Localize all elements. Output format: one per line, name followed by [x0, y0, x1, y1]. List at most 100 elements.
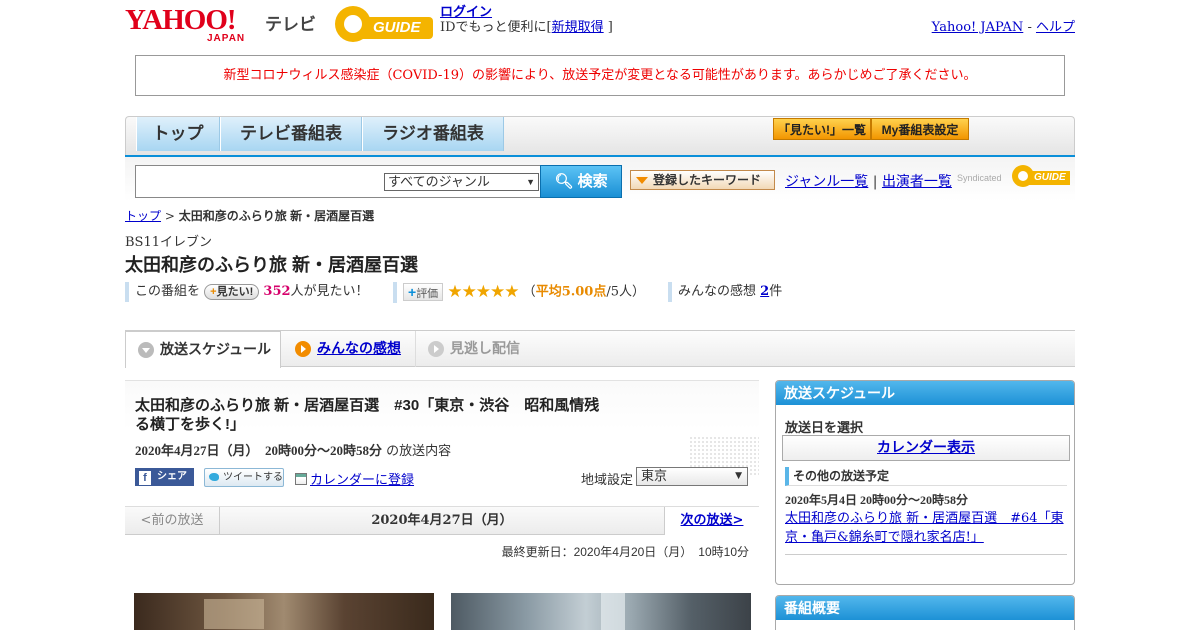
region-select-value: 東京: [641, 469, 668, 484]
genre-select[interactable]: すべてのジャンル ▼: [384, 173, 539, 191]
covid-notice: 新型コロナウィルス感染症（COVID-19）の影響により、放送予定が変更となる可…: [135, 55, 1065, 96]
tab-label: みんなの感想: [317, 340, 401, 356]
play-arrow-icon: [295, 341, 311, 357]
mitai-count: 352: [263, 284, 291, 299]
mitai-list-button[interactable]: 「見たい!」一覧: [773, 118, 871, 140]
tab-impressions[interactable]: みんなの感想: [283, 331, 415, 367]
performer-list-link[interactable]: 出演者一覧: [882, 174, 952, 190]
search-button[interactable]: 🔍︎ 検索: [540, 165, 622, 198]
syndicated-gguide-logo: Syndicated GUIDE: [957, 163, 1072, 189]
yahoo-logo-text: YAHOO!: [125, 4, 237, 36]
header: YAHOO! JAPAN テレビ GUIDE ログイン IDでもっと便利に[新規…: [125, 0, 1075, 50]
login-box: ログイン IDでもっと便利に[新規取得 ]: [440, 5, 613, 35]
divider: [785, 554, 1067, 555]
genre-select-value: すべてのジャンル: [388, 174, 490, 189]
impressions-prefix: みんなの感想: [678, 284, 757, 299]
mitai-button[interactable]: +見たい!: [204, 283, 260, 300]
my-schedule-settings-button[interactable]: My番組表設定: [871, 118, 969, 140]
help-link[interactable]: ヘルプ: [1036, 20, 1075, 35]
episode-title: 太田和彦のふらり旅 新・居酒屋百選 #30「東京・渋谷 昭和風情残る横丁を歩く!…: [135, 397, 600, 433]
mitai-suffix: 人が見たい！: [290, 284, 369, 299]
calendar-display-button[interactable]: カレンダー表示: [782, 435, 1070, 461]
episode-date: 2020年4月27日（月） 20時00分～20時58分 の放送内容: [135, 440, 451, 459]
impressions-count-link[interactable]: 2: [760, 284, 769, 299]
search-bar: すべてのジャンル ▼ 🔍︎ 検索 登録したキーワード ジャンル一覧 | 出演者一…: [125, 157, 1075, 201]
mitai-button-label: 見たい!: [216, 285, 254, 298]
tab-label: 見逃し配信: [450, 340, 520, 356]
mitai-segment: この番組を +見たい! 352人が見たい！: [125, 282, 369, 302]
last-updated: 最終更新日：2020年4月20日（月） 10時10分: [501, 545, 749, 559]
gguide-logo[interactable]: GUIDE: [335, 6, 433, 42]
yahoo-japan-link[interactable]: Yahoo! JAPAN: [932, 20, 1024, 35]
facebook-icon: f: [139, 471, 151, 485]
breadcrumb: トップ > 太田和彦のふらり旅 新・居酒屋百選: [125, 207, 374, 224]
other-schedule-date: 2020年5月4日 20時00分～20時58分: [785, 493, 969, 507]
registered-keyword-button[interactable]: 登録したキーワード: [630, 170, 775, 190]
current-broadcast-date: 2020年4月27日（月）: [371, 513, 513, 528]
calendar-icon: [295, 473, 307, 485]
header-link-separator: -: [1027, 20, 1032, 35]
twitter-bird-icon: [209, 473, 219, 481]
plus-icon: +: [408, 284, 417, 300]
rating-row: この番組を +見たい! 352人が見たい！ +評価 ★★★★★ （平均5.00点…: [125, 282, 825, 303]
select-date-label: 放送日を選択: [785, 420, 864, 435]
nav-tab-tv-schedule[interactable]: テレビ番組表: [220, 117, 362, 151]
channel-name: BS11イレブン: [125, 235, 213, 250]
tab-catch-up: 見逃し配信: [415, 331, 545, 367]
next-broadcast-link[interactable]: 次の放送>: [664, 507, 759, 535]
login-link[interactable]: ログイン: [440, 5, 492, 20]
nav-tab-radio-schedule[interactable]: ラジオ番組表: [362, 117, 504, 151]
gguide-small-logo: GUIDE: [1012, 165, 1072, 187]
episode-photo: [134, 593, 434, 630]
other-schedule-link[interactable]: 太田和彦のふらり旅 新・居酒屋百選 #64「東京・亀戸&錦糸町で隠れ家名店!」: [785, 509, 1067, 547]
tab-label: 放送スケジュール: [160, 341, 272, 357]
previous-broadcast-link: <前の放送: [125, 507, 220, 535]
region-label: 地域設定: [581, 473, 634, 488]
impressions-segment: みんなの感想 2件: [668, 282, 782, 302]
impressions-suffix: 件: [769, 284, 783, 299]
breadcrumb-top-link[interactable]: トップ: [125, 209, 161, 223]
rate-button-label: 評価: [416, 288, 439, 300]
sidebar-overview-box: 番組概要: [775, 595, 1075, 630]
other-schedule-heading: その他の放送予定: [785, 467, 1067, 486]
sidebar-schedule-title: 放送スケジュール: [776, 381, 1074, 405]
gguide-small-text: GUIDE: [1028, 171, 1070, 185]
signup-link[interactable]: 新規取得: [552, 20, 604, 35]
breadcrumb-current: 太田和彦のふらり旅 新・居酒屋百選: [178, 209, 375, 223]
japan-logo-text: JAPAN: [207, 33, 246, 44]
dropdown-arrow-icon: ▼: [526, 177, 535, 187]
search-links: ジャンル一覧 | 出演者一覧: [785, 171, 952, 191]
calendar-register-link[interactable]: カレンダーに登録: [310, 473, 414, 488]
breadcrumb-separator: >: [164, 209, 175, 223]
calendar-register: カレンダーに登録: [295, 469, 414, 488]
region-select[interactable]: 東京 ▼: [636, 467, 748, 486]
gguide-logo-text: GUIDE: [363, 17, 433, 39]
rate-button[interactable]: +評価: [403, 283, 444, 301]
rating-average-open: （: [522, 284, 536, 300]
episode-pager: <前の放送 2020年4月27日（月） 次の放送>: [125, 506, 759, 535]
page-title: 太田和彦のふらり旅 新・居酒屋百選: [125, 255, 418, 275]
syndicated-text: Syndicated: [957, 173, 1002, 183]
tv-logo-text: テレビ: [265, 15, 316, 34]
yahoo-tv-logo[interactable]: YAHOO! JAPAN テレビ: [125, 4, 316, 45]
tweet-label: ツイートする: [223, 472, 283, 483]
id-text-post: ]: [607, 20, 613, 35]
tab-broadcast-schedule[interactable]: 放送スケジュール: [125, 331, 281, 368]
facebook-share-button[interactable]: f シェア: [135, 468, 194, 486]
search-button-label: 検索: [577, 173, 608, 190]
genre-list-link[interactable]: ジャンル一覧: [785, 174, 868, 190]
rating-people: /5人）: [606, 284, 646, 300]
episode-panel: 太田和彦のふらり旅 新・居酒屋百選 #30「東京・渋谷 昭和風情残る横丁を歩く!…: [125, 380, 759, 504]
sidebar-schedule-box: 放送スケジュール 放送日を選択 カレンダー表示 その他の放送予定 2020年5月…: [775, 380, 1075, 585]
play-arrow-icon: [428, 341, 444, 357]
tweet-button[interactable]: ツイートする: [204, 468, 284, 487]
main-nav: トップ テレビ番組表 ラジオ番組表 「見たい!」一覧 My番組表設定: [125, 116, 1075, 160]
search-link-separator: |: [872, 174, 878, 190]
episode-datetime: 2020年4月27日（月） 20時00分～20時58分: [135, 443, 383, 458]
nav-tab-top[interactable]: トップ: [136, 117, 220, 151]
id-text-pre: IDでもっと便利に[: [440, 20, 552, 35]
dropdown-arrow-icon: ▼: [735, 471, 742, 481]
search-icon: 🔍︎: [554, 173, 574, 190]
chevron-down-icon: [138, 342, 154, 358]
episode-date-suffix: の放送内容: [386, 444, 452, 459]
